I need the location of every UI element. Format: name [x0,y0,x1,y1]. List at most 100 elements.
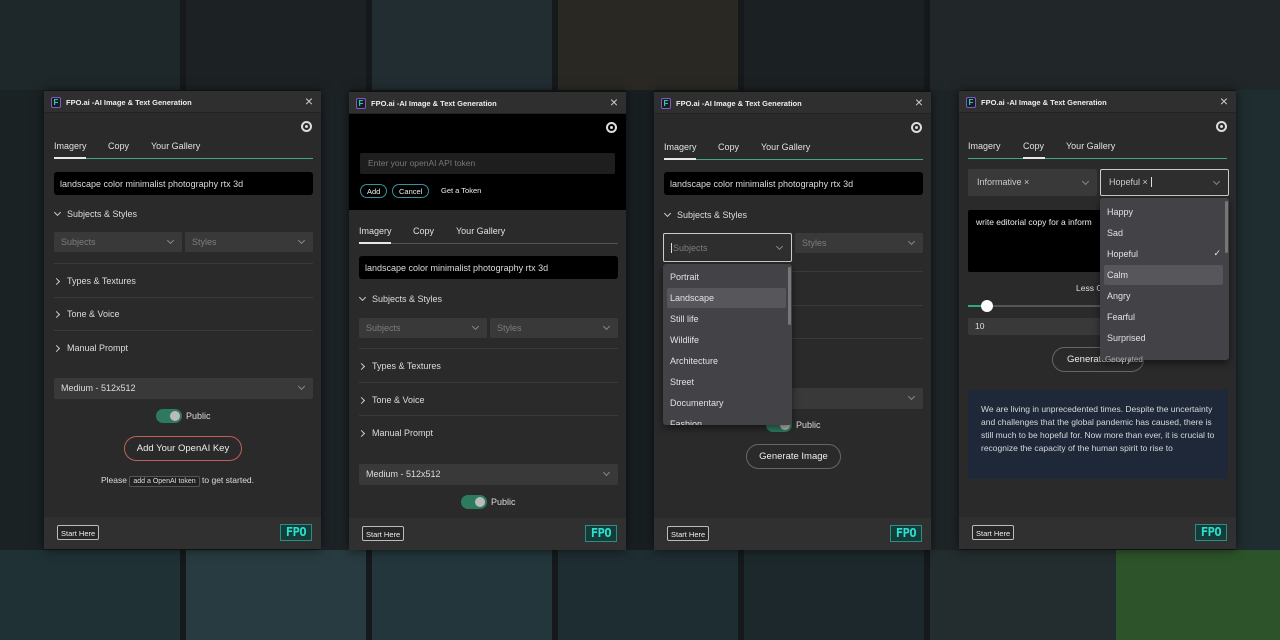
size-select[interactable]: Medium - 512x512 [359,464,618,485]
cancel-button[interactable]: Cancel [392,184,430,198]
dropdown-scrollbar[interactable] [788,267,791,325]
api-token-input[interactable]: Enter your openAI API token [360,153,615,174]
text-cursor [1150,177,1152,187]
chevron-down-icon [602,468,611,477]
gear-icon[interactable] [301,121,312,132]
subject-option[interactable]: Street [667,372,786,392]
chevron-right-icon [52,310,61,319]
fpo-logo: FPO [890,525,922,542]
tab-copy[interactable]: Copy [108,141,129,151]
length-number-input[interactable]: 10 [968,318,1118,335]
section-types-textures[interactable]: Types & Textures [357,361,441,371]
section-types-textures[interactable]: Types & Textures [52,276,136,286]
tab-your-gallery[interactable]: Your Gallery [1066,141,1115,151]
start-here-button[interactable]: Start Here [57,525,100,540]
styles-select[interactable]: Styles [490,318,618,338]
emotion-option-selected[interactable]: Hopeful ✓ [1104,244,1223,264]
tab-your-gallery[interactable]: Your Gallery [761,142,810,152]
divider [54,330,313,331]
chevron-down-icon [166,236,175,245]
subjects-select[interactable]: Subjects [359,318,487,338]
tab-your-gallery[interactable]: Your Gallery [456,226,505,236]
generate-image-button[interactable]: Generate Image [746,444,841,469]
subject-option[interactable]: Documentary [667,393,786,413]
window-title: FPO.ai -AI Image & Text Generation [676,99,802,108]
section-manual-prompt[interactable]: Manual Prompt [52,343,129,353]
dropdown-scrollbar[interactable] [1225,201,1228,253]
chevron-right-icon [52,344,61,353]
get-started-suffix: to get started. [202,475,255,485]
add-openai-key-button[interactable]: Add Your OpenAI Key [124,436,242,461]
divider [54,297,313,298]
emotion-option[interactable]: Happy [1104,202,1223,222]
tab-copy[interactable]: Copy [1023,141,1044,151]
close-icon[interactable]: × [915,95,923,109]
close-icon[interactable]: × [305,94,313,108]
subject-option[interactable]: Still life [667,309,786,329]
tab-copy[interactable]: Copy [718,142,739,152]
tab-imagery[interactable]: Imagery [664,142,697,152]
emotion-option[interactable]: Angry [1104,286,1223,306]
emotion-select-focused[interactable]: Hopeful × [1100,169,1229,196]
add-token-link[interactable]: add a OpenAI token [129,476,200,487]
close-icon[interactable]: × [1220,94,1228,108]
panel-copy: F FPO.ai -AI Image & Text Generation × I… [959,91,1236,549]
subject-option[interactable]: Wildlife [667,330,786,350]
tab-your-gallery[interactable]: Your Gallery [151,141,200,151]
subject-option[interactable]: Landscape [667,288,786,308]
prompt-input[interactable]: landscape color minimalist photography r… [54,172,313,195]
start-here-button[interactable]: Start Here [972,525,1015,540]
section-subjects-styles[interactable]: Subjects & Styles [53,208,137,219]
public-toggle[interactable] [461,495,487,509]
chevron-down-icon [297,236,306,245]
emotion-option[interactable]: Fearful [1104,307,1223,327]
gear-icon[interactable] [1216,121,1227,132]
section-label: Manual Prompt [67,343,129,353]
public-label: Public [796,420,821,430]
subjects-select[interactable]: Subjects [54,232,182,252]
chevron-right-icon [357,362,366,371]
add-button[interactable]: Add [360,184,388,198]
tab-imagery[interactable]: Imagery [968,141,1001,151]
tab-imagery[interactable]: Imagery [359,226,392,236]
subject-option[interactable]: Portrait [667,267,786,287]
emotion-value: Hopeful [1109,177,1141,187]
chevron-down-icon [53,208,62,217]
gear-icon[interactable] [606,122,617,133]
prompt-input[interactable]: landscape color minimalist photography r… [664,172,923,195]
chevron-right-icon [357,429,366,438]
styles-select[interactable]: Styles [185,232,313,252]
section-label: Subjects & Styles [372,294,443,304]
tab-copy[interactable]: Copy [413,226,434,236]
close-icon[interactable]: × [610,95,618,109]
section-subjects-styles[interactable]: Subjects & Styles [358,293,443,304]
section-manual-prompt[interactable]: Manual Prompt [357,428,433,438]
remove-tone-icon[interactable]: × [1024,177,1029,187]
tab-imagery[interactable]: Imagery [54,141,87,151]
start-here-button[interactable]: Start Here [362,526,405,541]
prompt-input[interactable]: landscape color minimalist photography r… [359,256,618,279]
emotion-option[interactable]: Surprised [1104,328,1223,348]
public-toggle[interactable] [156,409,182,423]
size-select[interactable]: Medium - 512x512 [54,378,313,399]
subjects-select-focused[interactable]: Subjects [663,233,792,262]
gear-icon[interactable] [911,122,922,133]
section-tone-voice[interactable]: Tone & Voice [357,395,425,405]
get-token-link[interactable]: Get a Token [441,186,481,195]
tone-value: Informative [977,177,1022,187]
tone-select[interactable]: Informative × [968,169,1097,196]
length-slider-thumb[interactable] [981,300,993,312]
section-tone-voice[interactable]: Tone & Voice [52,309,120,319]
panel-subjects-dropdown: F FPO.ai -AI Image & Text Generation × I… [654,92,931,550]
chevron-down-icon [907,392,916,401]
subject-option[interactable]: Architecture [667,351,786,371]
emotion-option[interactable]: Sad [1104,223,1223,243]
section-subjects-styles[interactable]: Subjects & Styles [663,209,747,220]
title-bar: F FPO.ai -AI Image & Text Generation × [654,92,931,114]
remove-emotion-icon[interactable]: × [1143,177,1148,187]
styles-select[interactable]: Styles [795,233,923,253]
start-here-button[interactable]: Start Here [667,526,710,541]
section-label: Tone & Voice [372,395,425,405]
subject-option[interactable]: Fashion [667,414,786,425]
emotion-option[interactable]: Calm [1104,265,1223,285]
